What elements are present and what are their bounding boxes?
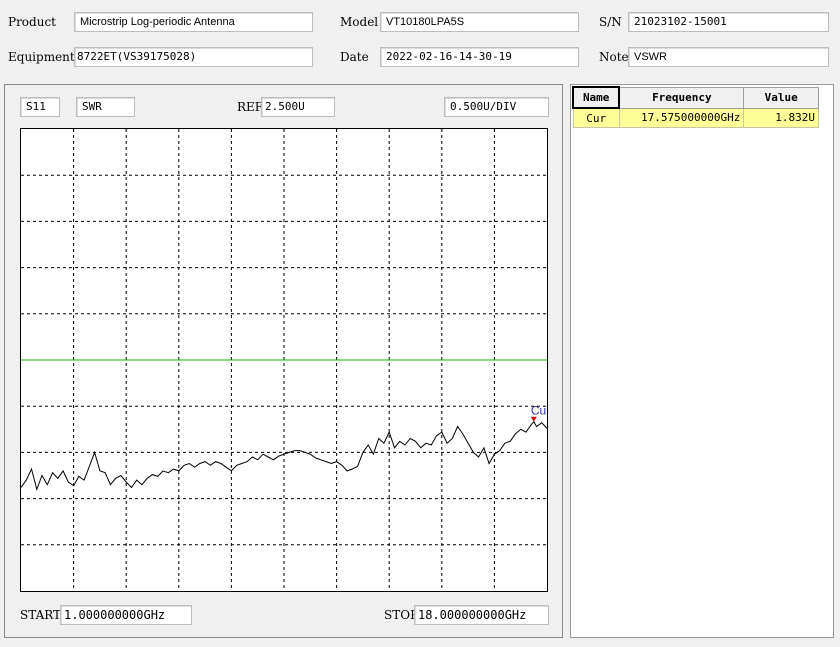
note-label: Note: [599, 50, 629, 64]
ref-value-field[interactable]: 2.500U: [261, 97, 335, 117]
marker-table-header-frequency[interactable]: Frequency: [618, 86, 745, 109]
format-selector[interactable]: SWR: [76, 97, 135, 117]
serial-number-field[interactable]: 21023102-15001: [628, 12, 829, 32]
ref-label: REF: [237, 100, 264, 114]
start-label: START: [20, 608, 62, 622]
product-label: Product: [8, 15, 56, 29]
marker-frequency-cell: 17.575000000GHz: [618, 107, 745, 128]
date-field[interactable]: 2022-02-16-14-30-19: [380, 47, 579, 67]
model-field[interactable]: VT10180LPA5S: [380, 12, 579, 32]
serial-number-label: S/N: [599, 15, 622, 29]
equipment-label: Equipment: [8, 50, 75, 64]
marker-panel: [570, 84, 834, 638]
stop-frequency-field[interactable]: 18.000000000GHz: [414, 605, 549, 625]
start-frequency-field[interactable]: 1.000000000GHz: [60, 605, 192, 625]
product-field[interactable]: Microstrip Log-periodic Antenna: [74, 12, 313, 32]
marker-label: Cur: [531, 404, 547, 418]
marker-name-cell: Cur: [572, 107, 620, 128]
plot-area[interactable]: Cur: [20, 128, 548, 592]
marker-table: Name Frequency Value Cur 17.575000000GHz…: [571, 86, 819, 128]
vswr-chart: Cur: [21, 129, 547, 591]
model-label: Model: [340, 15, 379, 29]
equipment-field[interactable]: 8722ET(VS39175028): [74, 47, 313, 67]
date-label: Date: [340, 50, 369, 64]
marker-table-header-value[interactable]: Value: [743, 86, 819, 109]
parameter-selector[interactable]: S11: [20, 97, 60, 117]
marker-value-cell: 1.832U: [743, 107, 819, 128]
current-marker: Cur: [530, 404, 547, 422]
table-row[interactable]: Cur 17.575000000GHz 1.832U: [572, 107, 819, 128]
note-field[interactable]: VSWR: [628, 47, 829, 67]
marker-table-header-name[interactable]: Name: [571, 86, 621, 109]
scale-per-div-field[interactable]: 0.500U/DIV: [444, 97, 549, 117]
